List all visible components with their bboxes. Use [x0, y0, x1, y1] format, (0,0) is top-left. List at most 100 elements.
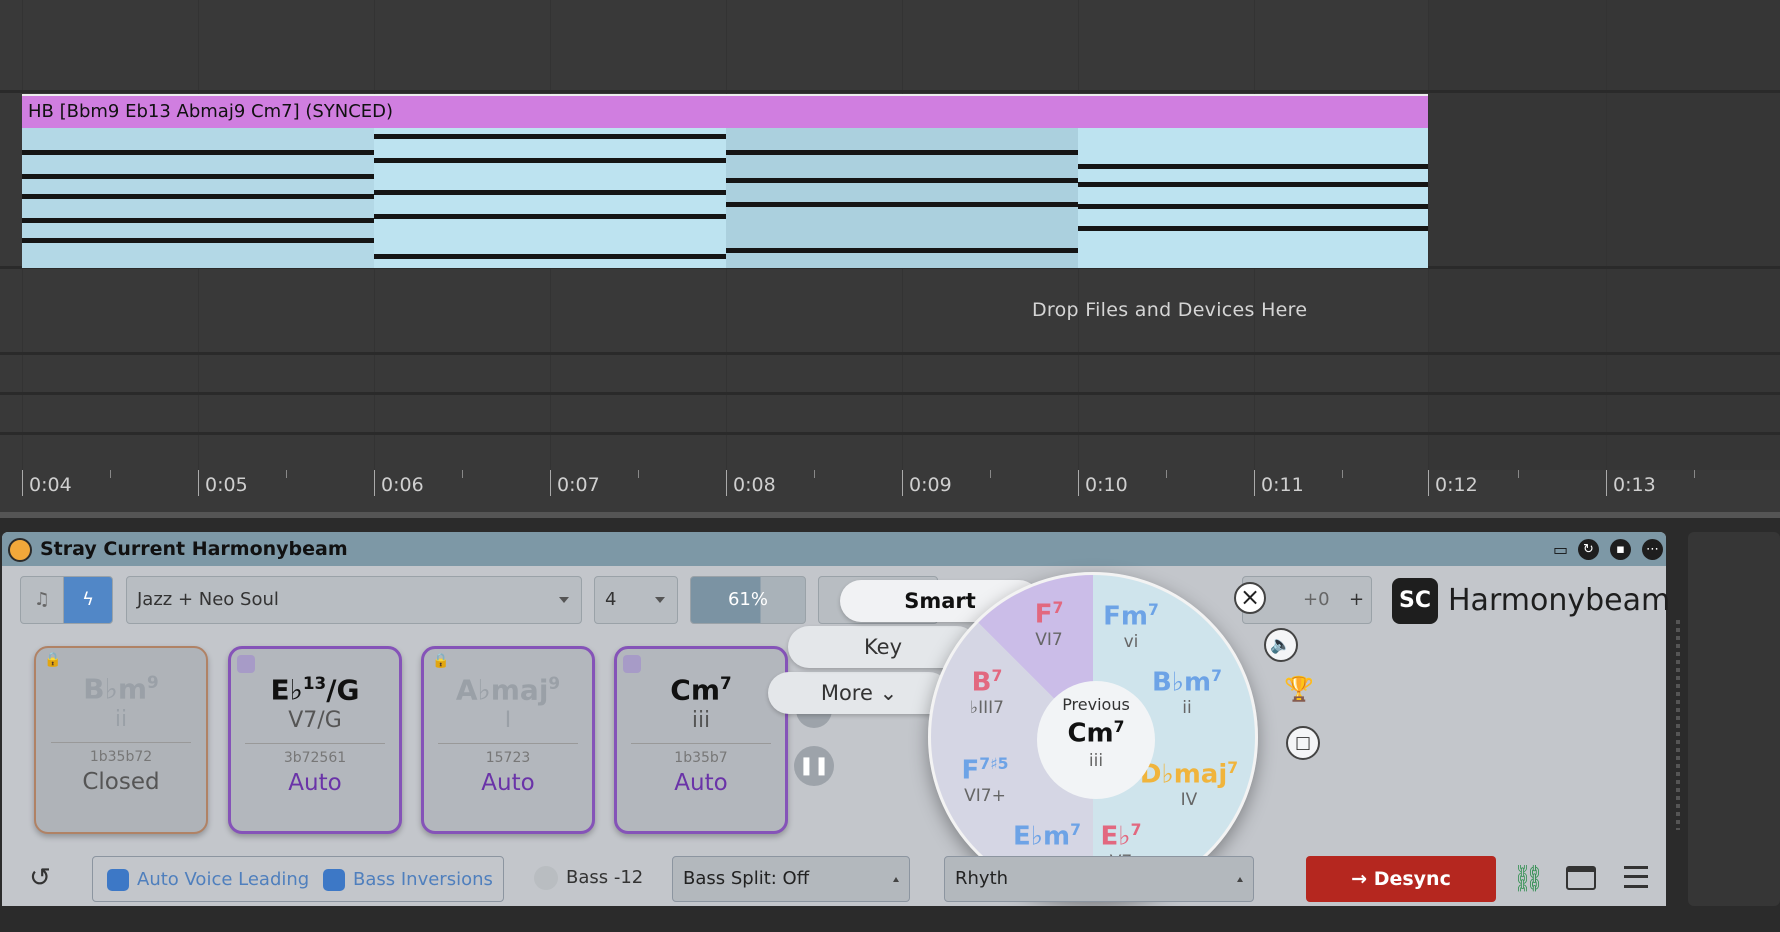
chord-card[interactable]: 🔒 A♭maj9 I 15723 Auto	[421, 646, 595, 834]
more-icon[interactable]: ⋯	[1642, 539, 1663, 560]
card-divider	[631, 743, 771, 745]
midi-note	[1078, 226, 1428, 231]
lock-icon[interactable]: 🔒	[430, 653, 452, 675]
chord-voicing[interactable]: Auto	[617, 770, 785, 796]
voice-options: Auto Voice Leading Bass Inversions	[92, 856, 504, 902]
history-icon[interactable]: ↺	[24, 862, 56, 894]
card-divider	[245, 743, 385, 745]
status-strip	[0, 906, 1780, 932]
chord-intervals: 1b35b7	[674, 750, 728, 767]
chord-card[interactable]: Cm7 iii 1b35b7 Auto	[614, 646, 788, 834]
genre-value: Jazz + Neo Soul	[137, 589, 279, 610]
bass-octave-toggle[interactable]: Bass -12	[534, 866, 643, 890]
grid-line	[1606, 0, 1607, 470]
lightning-icon: ϟ	[82, 589, 94, 610]
wheel-center-roman: iii	[1088, 750, 1104, 771]
chord-name: Cm7	[670, 673, 732, 707]
desync-button[interactable]: → Desync	[1306, 856, 1496, 902]
ruler-minor-tick	[1166, 470, 1167, 478]
clip-title[interactable]: HB [Bbm9 Eb13 Abmaj9 Cm7] (SYNCED)	[22, 96, 1428, 128]
checkbox-icon	[323, 869, 345, 891]
save-icon[interactable]: ▪	[1610, 539, 1631, 560]
chord-card[interactable]: E♭13/G V7/G 3b72561 Auto	[228, 646, 402, 834]
midi-note	[726, 150, 1078, 155]
midi-note	[374, 158, 726, 163]
ruler-minor-tick	[990, 470, 991, 478]
checkbox-icon	[107, 869, 129, 891]
chord-intervals: 1b35b72	[89, 749, 153, 766]
midi-clip[interactable]: HB [Bbm9 Eb13 Abmaj9 Cm7] (SYNCED)	[22, 94, 1428, 268]
ruler-tick: 0:04	[22, 470, 72, 496]
bass-split-value: Bass Split: Off	[683, 868, 810, 889]
complexity-value: 61%	[727, 589, 768, 610]
menu-icon[interactable]	[1624, 866, 1648, 888]
time-ruler[interactable]: 0:04 0:05 0:06 0:07 0:08 0:09 0:10 0:11 …	[0, 470, 1780, 512]
track-divider	[0, 90, 1780, 93]
ruler-tick: 0:11	[1254, 470, 1304, 496]
ruler-tick: 0:12	[1428, 470, 1478, 496]
pin-icon[interactable]	[623, 655, 641, 673]
device-title: Stray Current Harmonybeam	[40, 538, 348, 560]
midi-note	[374, 190, 726, 195]
chord-name: B♭m9	[83, 672, 159, 706]
track-divider	[0, 432, 1780, 435]
wheel-chord[interactable]: F7♯5 VI7+	[931, 755, 1045, 806]
chord-name: E♭13/G	[270, 673, 360, 707]
genre-select[interactable]: Jazz + Neo Soul	[126, 576, 582, 624]
ruler-tick: 0:08	[726, 470, 776, 496]
chord-voicing[interactable]: Auto	[231, 770, 399, 796]
auto-voice-leading-label: Auto Voice Leading	[137, 869, 310, 890]
track-divider	[0, 392, 1780, 395]
pause-button[interactable]: ❚❚	[794, 746, 834, 786]
ruler-tick: 0:13	[1606, 470, 1656, 496]
refresh-icon[interactable]: ↻	[1578, 539, 1599, 560]
pin-icon[interactable]	[237, 655, 255, 673]
wheel-chord[interactable]: B7 ♭III7	[931, 667, 1047, 718]
ruler-minor-tick	[110, 470, 111, 478]
chord-voicing[interactable]: Auto	[424, 770, 592, 796]
speaker-icon[interactable]: 🔈	[1264, 628, 1298, 662]
wheel-center[interactable]: Previous Cm7 iii	[1037, 681, 1155, 799]
clip-chord-segment	[1078, 128, 1428, 268]
device-scrollbar[interactable]	[1676, 620, 1680, 830]
midi-note	[374, 214, 726, 219]
rhythm-value: Rhyth	[955, 868, 1009, 889]
chord-count-select[interactable]: 4	[594, 576, 678, 624]
power-button[interactable]	[8, 538, 32, 562]
chord-wheel[interactable]: F7 VI7 Fm7 vi B♭m7 ii D♭maj7 IV E♭7 V7 E…	[928, 572, 1258, 902]
clip-chord-segment	[22, 128, 374, 268]
midi-note	[726, 178, 1078, 183]
brand-name: Harmonybeam	[1448, 583, 1671, 618]
clip-chord-segment	[374, 128, 726, 268]
transpose-plus-button[interactable]: +	[1349, 577, 1364, 623]
rhythm-select[interactable]: Rhyth	[944, 856, 1254, 902]
lock-icon[interactable]: 🔒	[42, 652, 64, 674]
auto-voice-leading-toggle[interactable]: Auto Voice Leading	[107, 869, 309, 891]
clip-chord-segment	[726, 128, 1078, 268]
trophy-icon[interactable]: 🏆	[1282, 674, 1316, 708]
bass-inversions-toggle[interactable]: Bass Inversions	[323, 869, 493, 891]
calendar-icon[interactable]: ▭	[1550, 539, 1571, 560]
midi-note	[726, 202, 1078, 207]
card-divider	[51, 742, 191, 744]
window-icon[interactable]	[1566, 866, 1596, 890]
mode-smart-button[interactable]: ϟ	[63, 576, 113, 624]
link-icon[interactable]: ⛓	[1512, 864, 1545, 894]
midi-note	[726, 248, 1078, 253]
chord-card[interactable]: 🔒 B♭m9 ii 1b35b72 Closed	[34, 646, 208, 834]
mode-note-button[interactable]: ♫	[20, 576, 64, 624]
track-divider	[0, 352, 1780, 355]
wheel-chord[interactable]: Fm7 vi	[1071, 601, 1191, 652]
more-menu-item[interactable]: More ⌄	[768, 672, 950, 714]
chord-voicing[interactable]: Closed	[36, 769, 206, 795]
stop-icon[interactable]: □	[1286, 726, 1320, 760]
bass-split-select[interactable]: Bass Split: Off	[672, 856, 910, 902]
wheel-center-chord: Cm7	[1067, 718, 1125, 749]
chevron-down-icon	[559, 597, 569, 603]
wheel-center-label: Previous	[1062, 695, 1130, 714]
transpose-value: +0	[1303, 589, 1330, 610]
midi-note	[22, 218, 374, 223]
chord-roman: ii	[114, 707, 128, 733]
complexity-slider[interactable]: 61%	[690, 576, 806, 624]
close-wheel-button[interactable]: ×	[1234, 582, 1266, 614]
